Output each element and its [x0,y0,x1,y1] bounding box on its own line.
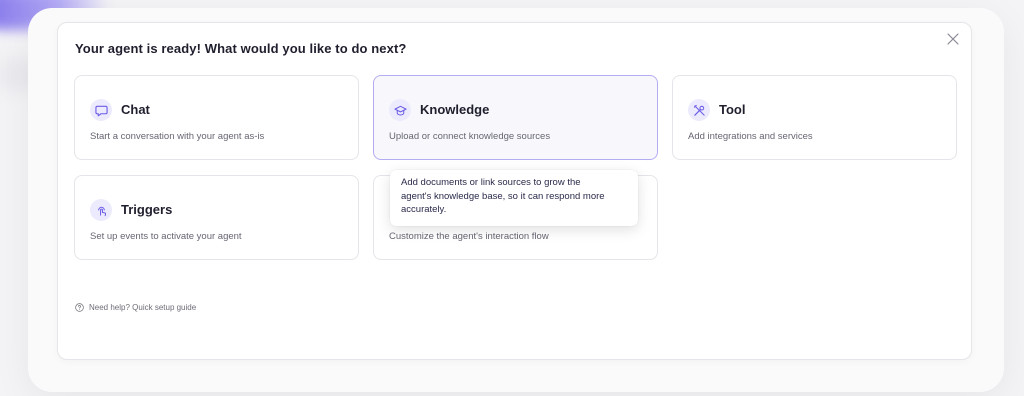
chat-bubble-icon [90,99,112,121]
tools-icon [688,99,710,121]
knowledge-card[interactable]: Knowledge Upload or connect knowledge so… [373,75,658,160]
tooltip-line-3: accurately. [401,204,447,215]
workflow-card-description: Customize the agent's interaction flow [389,231,549,242]
tool-card[interactable]: Tool Add integrations and services [672,75,957,160]
help-link-label: Need help? Quick setup guide [89,303,197,312]
triggers-card-description: Set up events to activate your agent [90,231,242,242]
knowledge-card-title: Knowledge [420,102,490,117]
triggers-card[interactable]: Triggers Set up events to activate your … [74,175,359,260]
tool-card-description: Add integrations and services [688,131,813,142]
tooltip-line-1: Add documents or link sources to grow th… [401,177,581,188]
close-button[interactable] [943,29,963,49]
touch-icon [90,199,112,221]
tooltip-line-2: agent's knowledge base, so it can respon… [401,190,605,202]
modal-title: Your agent is ready! What would you like… [75,41,407,56]
chat-card[interactable]: Chat Start a conversation with your agen… [74,75,359,160]
chat-card-description: Start a conversation with your agent as-… [90,131,265,142]
triggers-card-title: Triggers [121,202,173,217]
tool-card-title: Tool [719,102,746,117]
graduation-cap-icon [389,99,411,121]
question-circle-icon [75,303,84,312]
close-icon [947,33,959,45]
help-link[interactable]: Need help? Quick setup guide [75,303,196,312]
chat-card-title: Chat [121,102,150,117]
knowledge-card-description: Upload or connect knowledge sources [389,131,551,142]
knowledge-tooltip: Add documents or link sources to grow th… [390,170,638,226]
